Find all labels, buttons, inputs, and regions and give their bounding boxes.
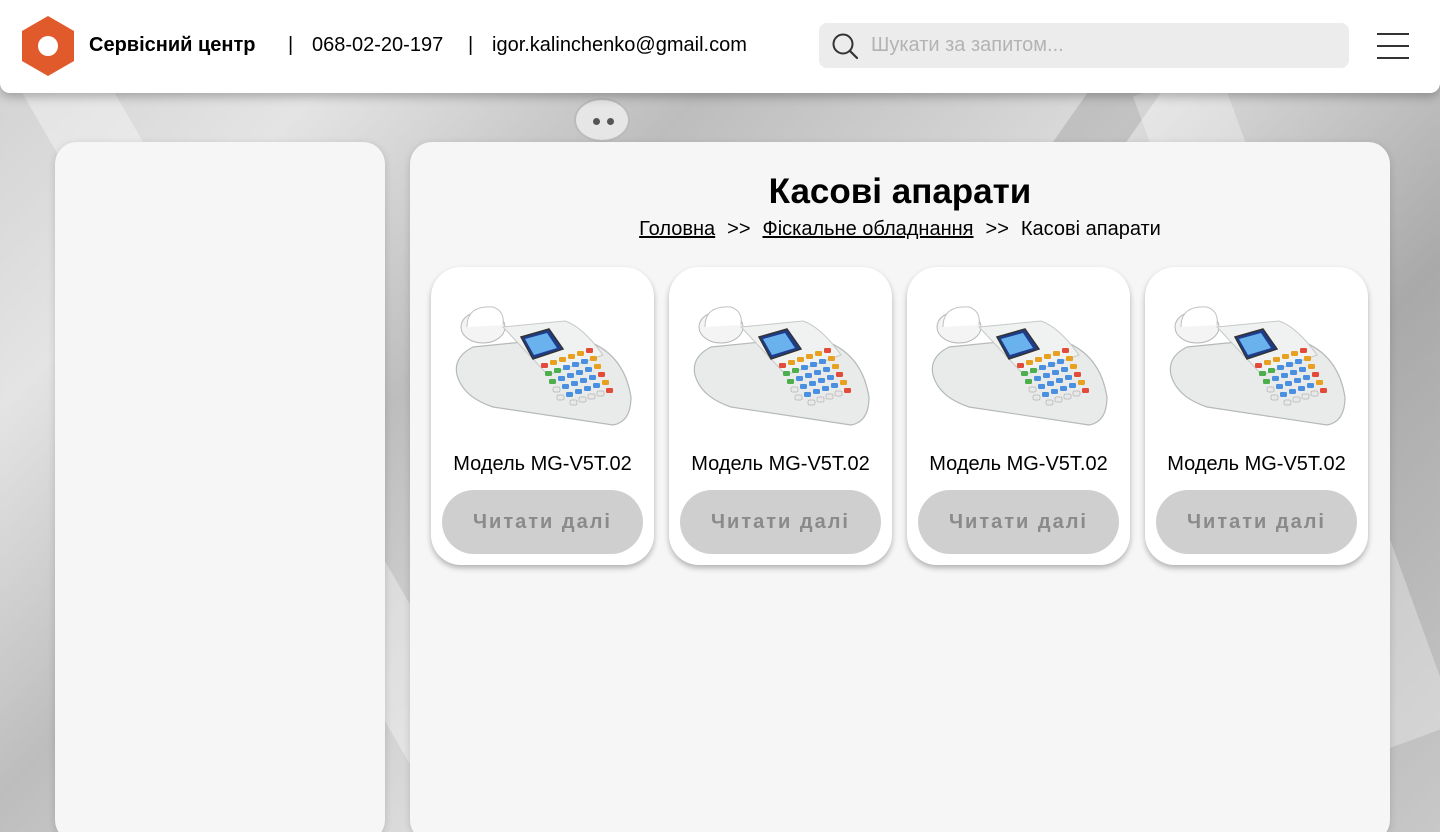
product-name: Модель MG-V5T.02: [691, 453, 870, 475]
breadcrumb-category-link[interactable]: Фіскальне обладнання: [763, 218, 974, 240]
cash-register-image: [1169, 306, 1346, 426]
page-title: Касові апарати: [768, 172, 1032, 211]
product-name: Модель MG-V5T.02: [453, 453, 632, 475]
search-input[interactable]: [871, 23, 1331, 68]
breadcrumb-arrow: >>: [727, 218, 751, 240]
search-icon[interactable]: [831, 32, 859, 60]
read-more-button[interactable]: Читати далі: [918, 490, 1119, 554]
breadcrumb-home-link[interactable]: Головна: [639, 218, 715, 240]
breadcrumb: Головна >> Фіскальне обладнання >> Касові ап…: [410, 218, 1390, 241]
product-card: Модель MG-V5T.02 Читати далі: [1145, 267, 1368, 565]
main-content: Касові апарати Головна >> Фіскальне обладн…: [410, 142, 1390, 832]
cash-register-image: [693, 306, 870, 426]
product-card: Модель MG-V5T.02 Читати далі: [669, 267, 892, 565]
email-link[interactable]: igor.kalinchenko@gmail.com: [492, 34, 747, 57]
read-more-button[interactable]: Читати далі: [1156, 490, 1357, 554]
phone-link[interactable]: 068-02-20-197: [312, 34, 443, 57]
cash-register-image: [931, 306, 1108, 426]
product-card: Модель MG-V5T.02 Читати далі: [907, 267, 1130, 565]
sidebar-panel: [55, 142, 385, 832]
product-grid: Модель MG-V5T.02 Читати далі Модель MG-V…: [431, 267, 1371, 567]
site-header: Сервісний центр | 068-02-20-197 | igor.k…: [0, 0, 1440, 93]
product-card: Модель MG-V5T.02 Читати далі: [431, 267, 654, 565]
breadcrumb-arrow: >>: [985, 218, 1009, 240]
read-more-button[interactable]: Читати далі: [442, 490, 643, 554]
hexagon-logo-icon[interactable]: [22, 16, 74, 76]
search-bar: [819, 23, 1349, 68]
breadcrumb-current: Касові апарати: [1020, 218, 1161, 240]
product-name: Модель MG-V5T.02: [929, 453, 1108, 475]
read-more-button[interactable]: Читати далі: [680, 490, 881, 554]
brand-name: Сервісний центр: [89, 34, 256, 56]
cash-register-image: [455, 306, 632, 426]
hamburger-menu-icon[interactable]: [1377, 33, 1409, 59]
header-separator: |: [288, 34, 294, 56]
product-name: Модель MG-V5T.02: [1167, 453, 1346, 475]
header-separator: |: [468, 34, 474, 56]
